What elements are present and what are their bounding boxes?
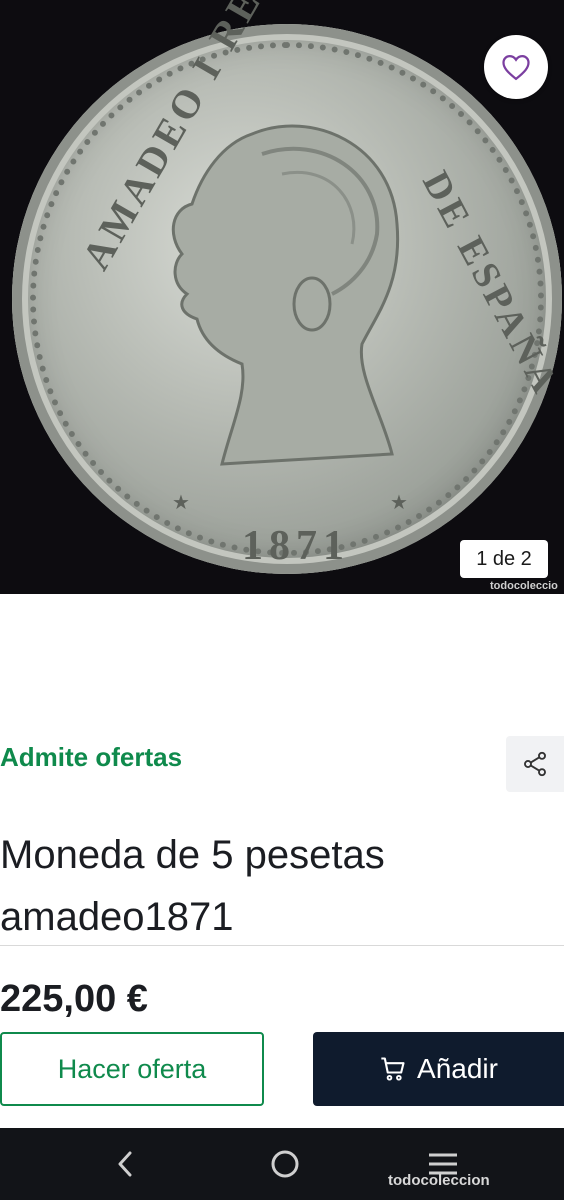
brand-watermark: todocoleccion [388, 1172, 490, 1189]
add-to-cart-button[interactable]: Añadir [313, 1032, 564, 1106]
coin-star-icon: ★ [172, 492, 190, 514]
cart-icon [381, 1057, 405, 1081]
product-image-gallery[interactable]: AMADEO I REY DE ESPAÑA 1871 ★ ★ 1 de 2 t… [0, 0, 564, 594]
favorite-button[interactable] [484, 35, 548, 99]
image-counter: 1 de 2 [460, 540, 548, 578]
coin-year: 1871 [242, 523, 350, 569]
heart-icon [502, 54, 530, 81]
offers-accepted-label: Admite ofertas [0, 742, 183, 772]
coin-portrait [171, 124, 400, 466]
share-button[interactable] [506, 736, 564, 792]
product-price: 225,00 € [0, 978, 148, 1020]
make-offer-button[interactable]: Hacer oferta [0, 1032, 264, 1106]
system-navigation-bar [0, 1128, 564, 1200]
add-button-label: Añadir [417, 1053, 498, 1084]
coin-star-icon: ★ [390, 492, 408, 514]
divider [0, 945, 564, 946]
back-icon [118, 1151, 132, 1177]
home-icon [271, 1150, 299, 1178]
product-title: Moneda de 5 pesetas amadeo1871 [0, 833, 385, 939]
image-watermark: todocoleccio [490, 580, 558, 592]
nav-back-button[interactable] [108, 1146, 144, 1182]
share-icon [524, 751, 546, 777]
coin-photo: AMADEO I REY DE ESPAÑA 1871 ★ ★ [12, 0, 564, 574]
nav-home-button[interactable] [267, 1146, 303, 1182]
